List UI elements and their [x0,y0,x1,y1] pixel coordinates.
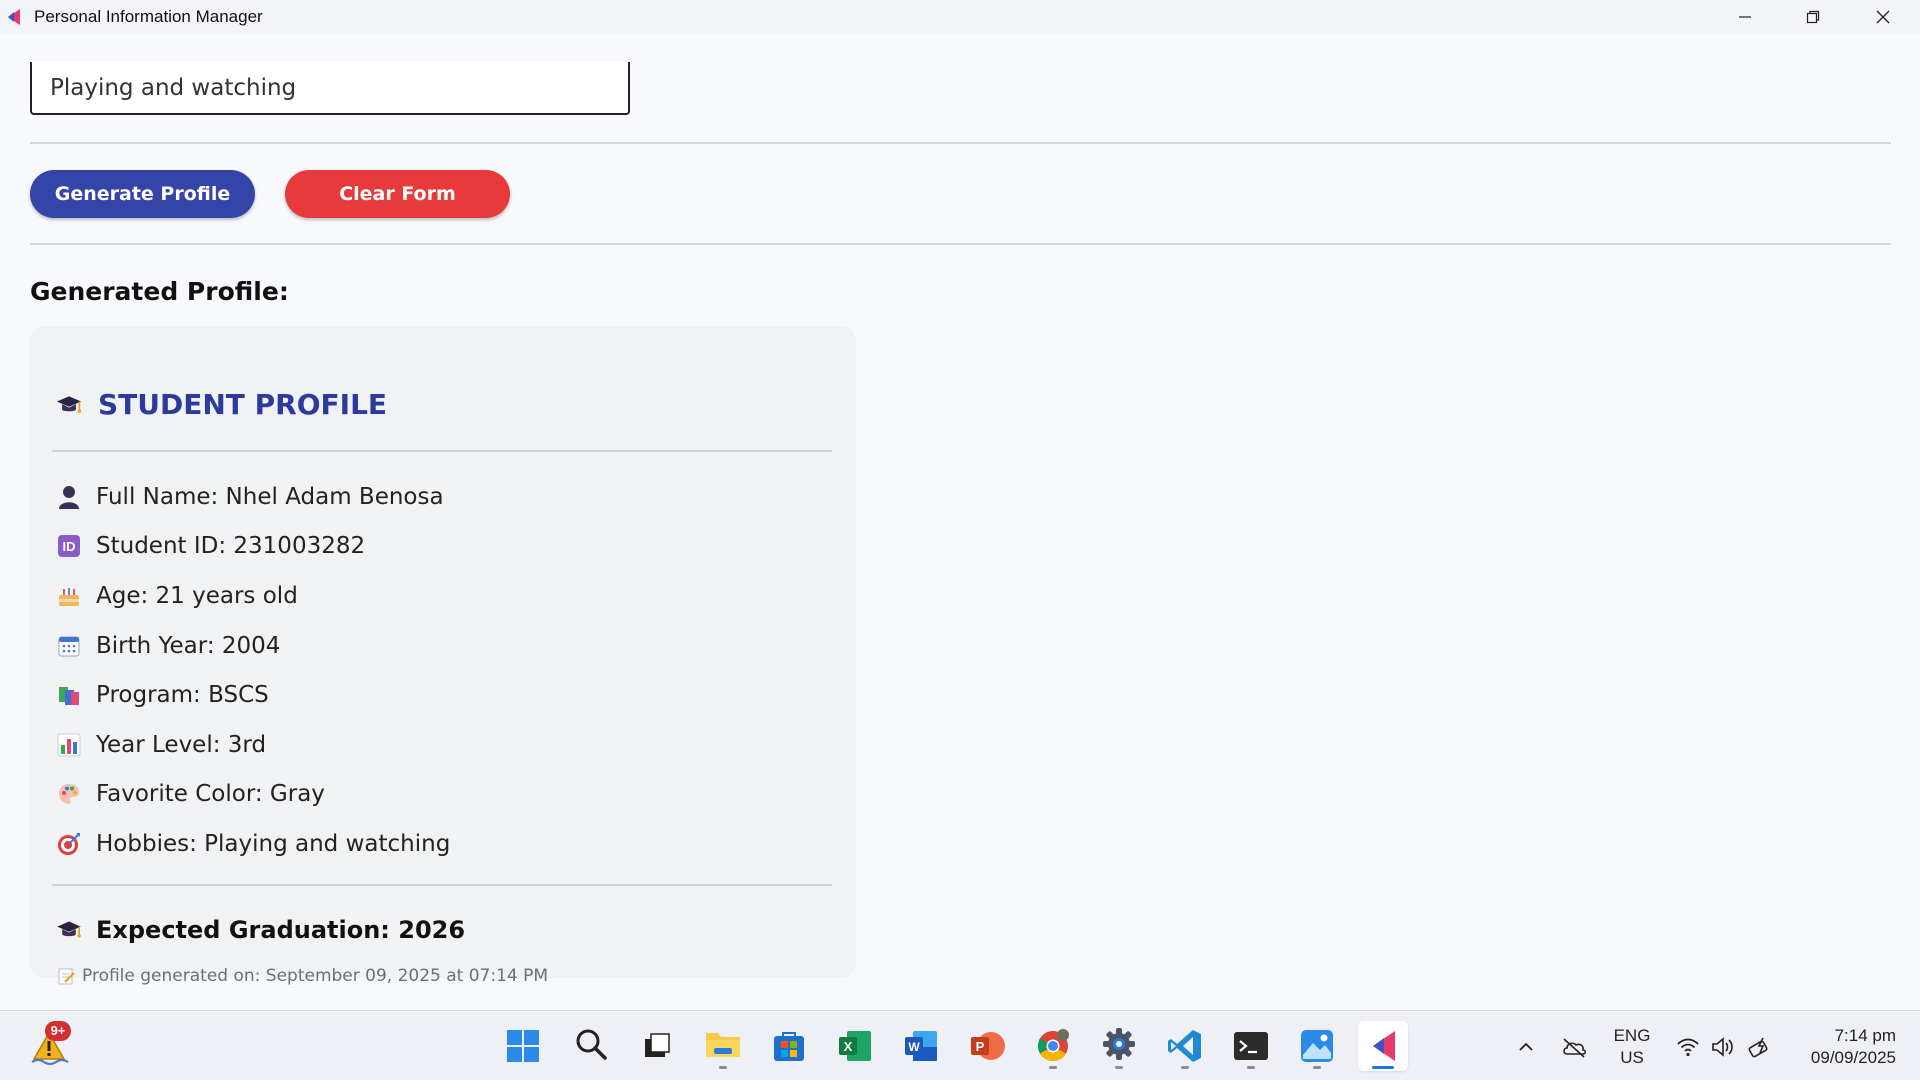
list-item: Birth Year: 2004 [56,621,450,671]
svg-text:W: W [908,1040,920,1054]
svg-text:P: P [976,1039,985,1054]
card-header: STUDENT PROFILE [56,388,387,421]
system-clock[interactable]: 7:14 pm 09/09/2025 [1778,1025,1896,1069]
wifi-icon[interactable] [1674,1033,1702,1061]
powerpoint-button[interactable]: P [962,1021,1012,1071]
person-icon [56,484,82,510]
list-item: Year Level: 3rd [56,720,450,770]
card-divider [52,450,832,452]
books-icon [56,682,82,708]
running-indicator [1247,1066,1255,1069]
search-button[interactable] [566,1021,616,1071]
generated-timestamp-row: Profile generated on: September 09, 2025… [56,966,548,986]
calendar-icon [56,633,82,659]
generated-timestamp: Profile generated on: September 09, 2025… [82,966,549,986]
chevron-up-icon[interactable] [1512,1033,1540,1061]
list-item: ID Student ID: 231003282 [56,522,450,572]
running-indicator [1115,1066,1123,1069]
terminal-button[interactable] [1226,1021,1276,1071]
target-icon [56,831,82,857]
search-icon [574,1027,608,1066]
photos-button[interactable] [1292,1021,1342,1071]
vscode-button[interactable] [1160,1021,1210,1071]
expected-graduation: Expected Graduation: 2026 [96,916,466,944]
gear-icon [1101,1026,1137,1067]
microsoft-store-button[interactable] [764,1021,814,1071]
clear-form-button[interactable]: Clear Form [285,170,510,218]
chrome-button[interactable] [1028,1021,1078,1071]
card-divider [52,884,832,886]
running-indicator [719,1066,727,1069]
task-view-button[interactable] [632,1021,682,1071]
list-item: Full Name: Nhel Adam Benosa [56,472,450,522]
folder-icon [704,1028,742,1065]
list-item: Program: BSCS [56,670,450,720]
list-item: Age: 21 years old [56,571,450,621]
profile-details-list: Full Name: Nhel Adam Benosa ID Student I… [56,472,450,869]
profile-card: STUDENT PROFILE Full Name: Nhel Adam Ben… [30,326,856,986]
list-item: Hobbies: Playing and watching [56,819,450,869]
start-button[interactable] [498,1021,548,1071]
title-bar: Personal Information Manager [0,0,1920,34]
onedrive-offline-icon[interactable] [1560,1033,1588,1061]
running-indicator [1372,1066,1394,1069]
restore-button[interactable] [1778,0,1848,34]
app-logo-icon [0,0,26,34]
running-indicator [1313,1066,1321,1069]
id-icon: ID [56,533,82,559]
running-indicator [1181,1066,1189,1069]
battery-charging-icon[interactable] [1746,1033,1774,1061]
input-language-indicator[interactable]: ENG US [1610,1025,1654,1069]
divider [30,142,1891,144]
divider [30,243,1891,245]
svg-text:ID: ID [63,539,76,554]
card-title: STUDENT PROFILE [98,388,388,421]
list-item: Favorite Color: Gray [56,770,450,820]
file-explorer-button[interactable] [698,1021,748,1071]
minimize-button[interactable] [1710,0,1780,34]
window-title: Personal Information Manager [34,7,263,26]
content-area: Generate Profile Clear Form Generated Pr… [0,34,1920,1010]
graduation-cap-icon [56,392,82,418]
running-indicator [1049,1066,1057,1069]
word-button[interactable]: W [896,1021,946,1071]
taskbar: 9+ X W P ENG US 7:14 pm 09/09/2025 [0,1010,1920,1080]
graduation-cap-icon [56,917,82,943]
notification-badge: 9+ [45,1021,71,1041]
memo-icon [56,966,76,986]
svg-text:X: X [844,1039,853,1054]
volume-icon[interactable] [1710,1033,1738,1061]
bar-chart-icon [56,732,82,758]
close-button[interactable] [1848,0,1918,34]
palette-icon [56,781,82,807]
hobbies-input[interactable] [30,62,630,115]
graduation-row: Expected Graduation: 2026 [56,916,465,944]
section-title: Generated Profile: [30,277,289,306]
excel-button[interactable]: X [830,1021,880,1071]
settings-button[interactable] [1094,1021,1144,1071]
cake-icon [56,583,82,609]
generate-profile-button[interactable]: Generate Profile [30,170,255,218]
personal-information-manager-button[interactable] [1358,1021,1408,1071]
